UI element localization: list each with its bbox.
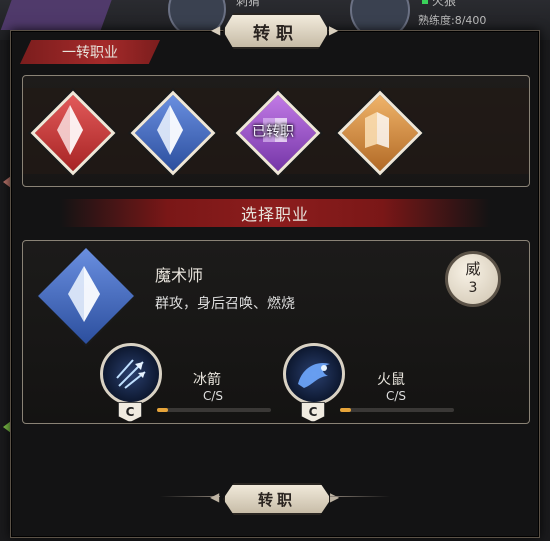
crystal-shard-icon	[68, 266, 100, 322]
skill-progress-bar	[157, 408, 271, 412]
skill-name: 火鼠	[377, 372, 405, 388]
background-npc-name: 刺猬	[236, 0, 261, 8]
crystal-shard-icon	[57, 105, 83, 155]
status-dot-icon	[422, 0, 428, 4]
job-option-orange[interactable]	[337, 90, 423, 176]
background-enemy-name: 火狼	[432, 0, 457, 8]
crystal-shard-icon	[365, 112, 389, 148]
skill-progress-fill	[157, 408, 169, 412]
background-proficiency: 熟练度:8/400	[418, 14, 487, 27]
title-left-ornament-icon: ◀	[211, 23, 221, 37]
job-change-button[interactable]: 转职	[223, 483, 331, 515]
section-header-first-job: 一转职业	[20, 40, 160, 64]
button-right-ornament-icon: ▶	[330, 490, 340, 504]
job-option-purple[interactable]: 已转职	[235, 90, 321, 176]
title-right-ornament-icon: ▶	[329, 23, 339, 37]
skill-name: 冰箭	[193, 372, 221, 388]
skill-progress-bar	[340, 408, 454, 412]
selected-job-description: 群攻，身后召唤、燃烧	[155, 296, 295, 312]
job-option-blue[interactable]	[130, 90, 216, 176]
skill-progress-fill	[340, 408, 352, 412]
ice-arrow-icon	[116, 359, 146, 389]
skill-ice-arrow[interactable]	[100, 343, 162, 405]
skill-value: C/S	[386, 389, 407, 403]
panel-title-frame: ◀ 转职 ▶	[211, 11, 339, 49]
power-rating-label: 威	[465, 260, 481, 278]
skill-fire-rat[interactable]	[283, 343, 345, 405]
select-job-header: 选择职业	[60, 199, 490, 227]
selected-job-name: 魔术师	[155, 266, 204, 285]
divider-line	[330, 496, 390, 497]
crystal-shard-icon	[157, 105, 183, 155]
power-rating-badge: 威 3	[445, 251, 501, 307]
fire-rat-icon	[298, 362, 330, 388]
power-rating-value: 3	[468, 280, 478, 296]
panel-title: 转职	[223, 13, 329, 49]
job-option-red[interactable]	[30, 90, 116, 176]
background-character-card	[0, 0, 116, 30]
skill-value: C/S	[203, 389, 224, 403]
action-button-frame: ◀ 转职 ▶	[160, 483, 390, 515]
button-left-ornament-icon: ◀	[210, 490, 220, 504]
job-status-label: 已转职	[252, 124, 294, 140]
